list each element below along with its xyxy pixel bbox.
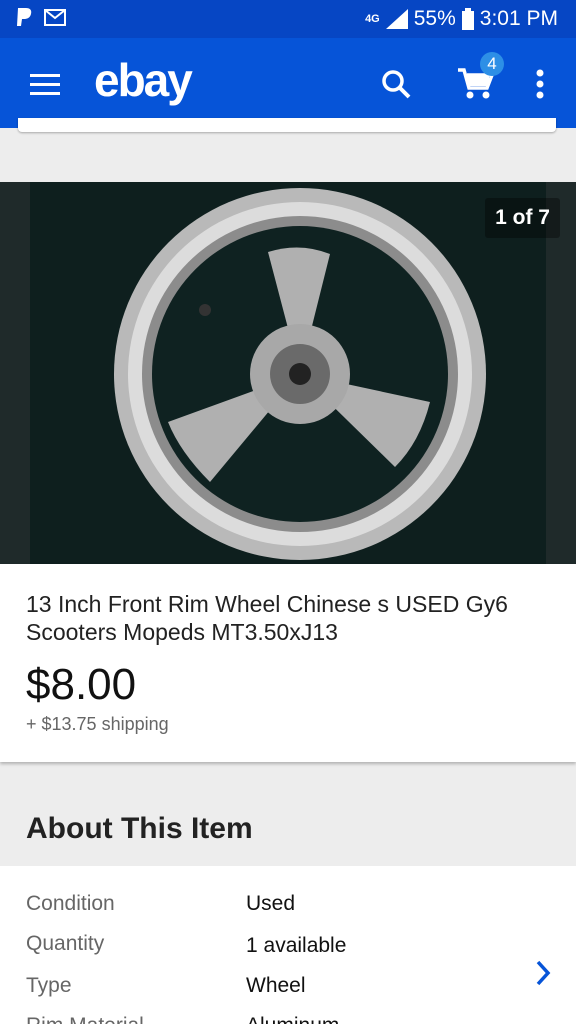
wheel-photo <box>30 182 546 564</box>
spec-value: Aluminum <box>246 1014 339 1024</box>
network-type: 4G <box>365 13 380 25</box>
spec-label: Condition <box>26 892 115 915</box>
status-bar: 4G 55% 3:01 PM <box>0 0 576 38</box>
image-counter: 1 of 7 <box>485 198 560 238</box>
app-bar: ebay 4 <box>0 38 576 128</box>
cart-count-badge: 4 <box>480 52 504 76</box>
clock: 3:01 PM <box>479 7 558 30</box>
spec-value: 1 available <box>246 934 347 957</box>
search-icon[interactable] <box>376 64 416 104</box>
product-image[interactable]: 1 of 7 <box>0 182 576 564</box>
listing-price: $8.00 <box>26 660 137 709</box>
battery-icon <box>461 8 474 30</box>
email-icon <box>44 9 66 26</box>
listing-card: 13 Inch Front Rim Wheel Chinese s USED G… <box>0 564 576 762</box>
spec-row-condition: Condition Used <box>0 892 576 932</box>
spec-value: Wheel <box>246 974 306 997</box>
spec-label: Rim Material <box>26 1014 144 1024</box>
spec-row-type: Type Wheel <box>0 974 576 1014</box>
ebay-logo[interactable]: ebay <box>94 50 193 110</box>
listing-title: 13 Inch Front Rim Wheel Chinese s USED G… <box>26 591 508 645</box>
chevron-right-icon[interactable] <box>530 956 556 990</box>
shipping-cost: + $13.75 shipping <box>26 714 169 734</box>
spec-row-quantity: Quantity 1 available <box>0 932 576 972</box>
about-section-title: About This Item <box>26 812 253 845</box>
search-bar-remnant <box>18 118 556 132</box>
spec-row-rim-material: Rim Material Aluminum <box>0 1014 576 1024</box>
spec-value: Used <box>246 892 296 915</box>
signal-icon <box>385 9 408 29</box>
spec-label: Type <box>26 974 72 997</box>
paypal-icon <box>17 8 32 26</box>
hamburger-menu-icon[interactable] <box>22 62 66 106</box>
spec-label: Quantity <box>26 932 105 955</box>
item-specifics[interactable]: Condition Used Quantity 1 available Type… <box>0 866 576 1024</box>
battery-percent: 55% <box>413 7 456 30</box>
more-options-icon[interactable] <box>526 64 554 104</box>
